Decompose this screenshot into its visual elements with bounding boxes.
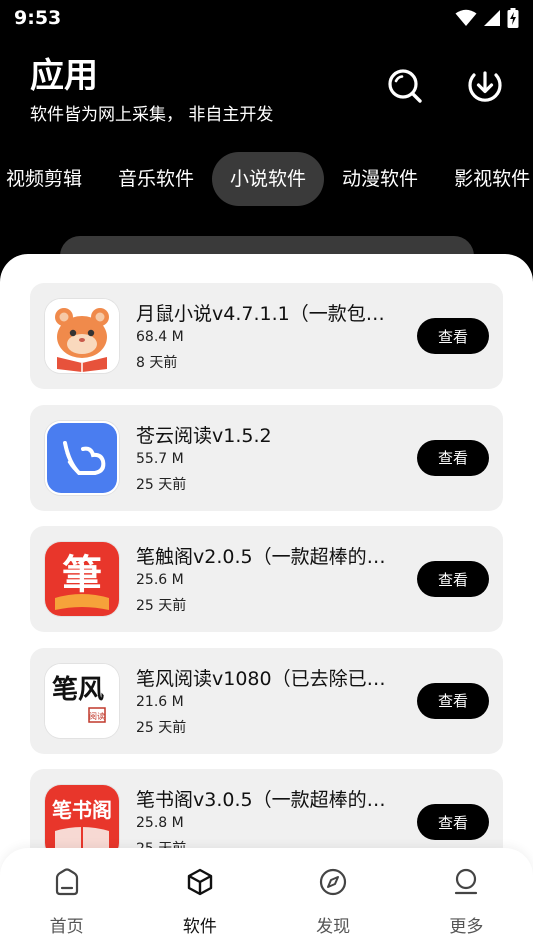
app-name: 笔风阅读v1080（已去除已… bbox=[136, 667, 386, 690]
icon-seal: 阅读 bbox=[89, 711, 105, 721]
app-size: 21.6 M bbox=[136, 693, 184, 710]
home-icon bbox=[51, 866, 83, 898]
view-button[interactable]: 查看 bbox=[417, 804, 489, 840]
tab-video-editing[interactable]: 视频剪辑 bbox=[0, 152, 100, 206]
nav-label: 软件 bbox=[182, 917, 217, 937]
view-button[interactable]: 查看 bbox=[417, 439, 489, 476]
signal-icon bbox=[484, 10, 500, 26]
profile-icon bbox=[450, 866, 482, 898]
wifi-icon bbox=[455, 9, 477, 26]
search-icon bbox=[388, 69, 422, 103]
view-button[interactable]: 查看 bbox=[417, 682, 489, 719]
app-size: 25.8 M bbox=[136, 815, 184, 831]
app-card[interactable]: 月鼠小说v4.7.1.1（一款包… 68.4 M 8 天前 查看 bbox=[30, 283, 503, 389]
nav-label: 首页 bbox=[49, 917, 84, 937]
app-list: 月鼠小说v4.7.1.1（一款包… 68.4 M 8 天前 查看 苍云阅读v1.… bbox=[30, 283, 503, 891]
cube-icon bbox=[184, 866, 216, 898]
category-tabs: 视频剪辑 音乐软件 小说软件 动漫软件 影视软件 bbox=[0, 152, 533, 206]
calligraphy-icon: 笔风 阅读 bbox=[45, 663, 119, 738]
app-size: 68.4 M bbox=[136, 329, 184, 345]
nav-label: 更多 bbox=[449, 917, 484, 937]
app-name: 笔书阁v3.0.5（一款超棒的… bbox=[136, 789, 386, 811]
status-icons bbox=[455, 8, 519, 28]
app-updated-time: 25 天前 bbox=[136, 598, 187, 614]
app-updated-time: 25 天前 bbox=[136, 719, 187, 736]
category-tabs-track: 视频剪辑 音乐软件 小说软件 动漫软件 影视软件 bbox=[0, 152, 533, 206]
cloud-book-icon bbox=[45, 420, 119, 495]
app-name: 笔触阁v2.0.5（一款超棒的… bbox=[136, 546, 386, 568]
icon-glyph: 笔风 bbox=[52, 674, 104, 705]
bottom-nav: 首页 软件 发现 更多 bbox=[0, 848, 533, 948]
app-name: 月鼠小说v4.7.1.1（一款包… bbox=[136, 303, 385, 325]
tab-movies[interactable]: 影视软件 bbox=[436, 152, 533, 206]
nav-item-discover[interactable]: 发现 bbox=[267, 848, 400, 948]
content-sheet: 月鼠小说v4.7.1.1（一款包… 68.4 M 8 天前 查看 苍云阅读v1.… bbox=[0, 254, 533, 948]
header-actions bbox=[385, 66, 505, 106]
icon-glyph: 笔书阁 bbox=[52, 798, 112, 822]
app-updated-time: 25 天前 bbox=[136, 476, 187, 493]
tab-music[interactable]: 音乐软件 bbox=[100, 152, 212, 206]
hamster-book-icon bbox=[45, 299, 119, 373]
page-subtitle: 软件皆为网上采集， 非自主开发 bbox=[30, 105, 274, 125]
bi-character-book-icon: 筆 bbox=[45, 542, 119, 616]
view-button[interactable]: 查看 bbox=[417, 561, 489, 597]
icon-glyph: 筆 bbox=[62, 551, 102, 598]
app-name: 苍云阅读v1.5.2 bbox=[136, 424, 272, 447]
status-time: 9:53 bbox=[14, 7, 62, 29]
nav-item-software[interactable]: 软件 bbox=[133, 848, 266, 948]
app-card[interactable]: 苍云阅读v1.5.2 55.7 M 25 天前 查看 bbox=[30, 404, 503, 511]
header: 应用 软件皆为网上采集， 非自主开发 bbox=[30, 54, 273, 125]
app-card[interactable]: 筆 笔触阁v2.0.5（一款超棒的… 25.6 M 25 天前 查看 bbox=[30, 526, 503, 632]
tab-anime[interactable]: 动漫软件 bbox=[324, 152, 436, 206]
download-icon bbox=[468, 71, 502, 102]
app-card[interactable]: 笔风 阅读 笔风阅读v1080（已去除已… 21.6 M 25 天前 查看 bbox=[30, 647, 503, 754]
nav-item-more[interactable]: 更多 bbox=[400, 848, 533, 948]
app-size: 55.7 M bbox=[136, 450, 184, 467]
page-title: 应用 bbox=[30, 56, 98, 96]
download-button[interactable] bbox=[465, 66, 505, 106]
search-button[interactable] bbox=[385, 66, 425, 106]
nav-label: 发现 bbox=[316, 917, 351, 937]
status-bar: 9:53 bbox=[0, 0, 533, 36]
view-button[interactable]: 查看 bbox=[417, 318, 489, 354]
compass-icon bbox=[317, 866, 349, 898]
battery-icon bbox=[507, 8, 519, 28]
nav-item-home[interactable]: 首页 bbox=[0, 848, 133, 948]
app-size: 25.6 M bbox=[136, 572, 184, 588]
app-updated-time: 8 天前 bbox=[136, 355, 178, 371]
tab-novel[interactable]: 小说软件 bbox=[212, 152, 325, 206]
